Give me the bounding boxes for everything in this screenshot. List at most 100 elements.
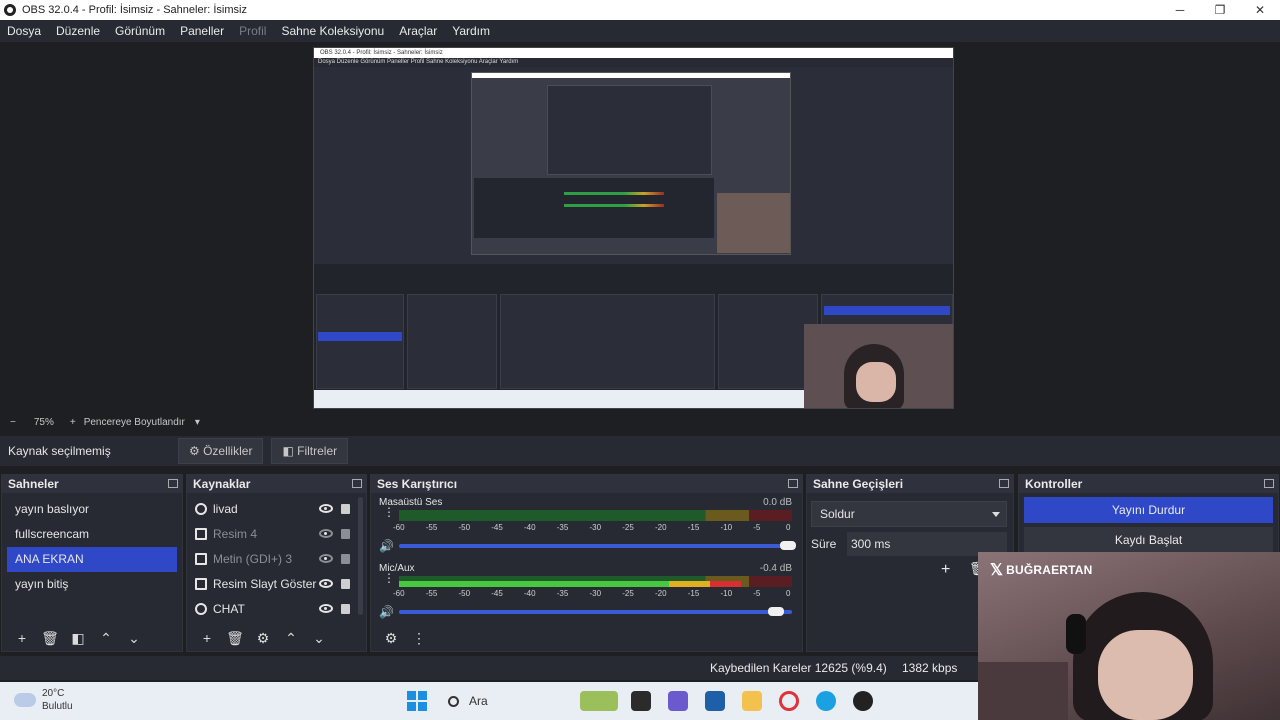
source-item[interactable]: Resim Slayt Göster [187, 571, 354, 596]
mixer-channel: Masaüstü Ses 0.0 dB ⋮ -60 -55 -50 -45 -40 -35… [377, 495, 796, 559]
menu-sahne-koleksiyonu[interactable]: Sahne Koleksiyonu [281, 24, 384, 38]
zoom-out-button[interactable]: − [10, 417, 16, 428]
meter-tick-label: 0 [786, 589, 791, 598]
filters-button[interactable]: ◧ Filtreler [271, 438, 349, 464]
add-icon[interactable]: + [941, 561, 950, 579]
minimize-button[interactable]: ─ [1160, 0, 1200, 20]
menu-profil[interactable]: Profil [239, 24, 266, 38]
undock-icon[interactable] [788, 479, 798, 488]
menu-paneller[interactable]: Paneller [180, 24, 224, 38]
close-button[interactable]: ✕ [1240, 0, 1280, 20]
source-item[interactable]: CHAT [187, 596, 354, 621]
source-item[interactable]: Resim 4 [187, 521, 354, 546]
scene-list: yayın baslıyor fullscreencam ANA EKRAN y… [2, 497, 182, 597]
volume-slider[interactable] [399, 607, 792, 616]
advanced-audio-icon[interactable]: ⚙ [377, 630, 405, 647]
edge-icon[interactable] [816, 691, 836, 711]
menu-dosya[interactable]: Dosya [7, 24, 41, 38]
menu-bar: Dosya Düzenle Görünüm Paneller Profil Sa… [0, 20, 1280, 42]
undock-icon[interactable] [352, 479, 362, 488]
undock-icon[interactable] [999, 479, 1009, 488]
program-preview[interactable]: OBS 32.0.4 - Profil: İsimsiz - Sahneler:… [313, 47, 954, 409]
stop-stream-button[interactable]: Yayını Durdur [1024, 497, 1273, 523]
duration-label: Süre [811, 537, 837, 551]
trash-icon[interactable]: 🗑 [221, 630, 249, 647]
scene-item[interactable]: fullscreencam [7, 522, 177, 547]
more-icon[interactable]: ⋮ [405, 630, 433, 647]
speaker-icon[interactable]: 🔊 [379, 539, 394, 553]
source-name: livad [213, 501, 238, 516]
scene-item-selected[interactable]: ANA EKRAN [7, 547, 177, 572]
teams-icon[interactable] [668, 691, 688, 711]
volume-slider[interactable] [399, 541, 796, 550]
chevron-up-icon[interactable]: ⌃ [92, 630, 120, 647]
add-icon[interactable]: + [193, 630, 221, 646]
widgets-icon[interactable] [580, 691, 618, 711]
source-item[interactable]: livad [187, 496, 354, 521]
speaker-icon[interactable]: 🔊 [379, 605, 394, 619]
menu-yardim[interactable]: Yardım [452, 24, 490, 38]
meter-tick-label: -15 [687, 589, 700, 598]
scenes-title: Sahneler [2, 475, 182, 493]
menu-duzenle[interactable]: Düzenle [56, 24, 100, 38]
transition-value: Soldur [820, 507, 855, 521]
trash-icon[interactable]: 🗑 [36, 630, 64, 647]
meter-tick-label: -60 [393, 589, 405, 598]
taskbar-search[interactable]: Ara [440, 689, 570, 713]
filters-icon[interactable]: ◧ [64, 630, 92, 647]
lock-icon[interactable] [341, 553, 350, 564]
task-view-icon[interactable] [631, 691, 651, 711]
store-icon[interactable] [705, 691, 725, 711]
chevron-down-icon [992, 512, 1000, 517]
chevron-down-icon[interactable]: ▾ [195, 417, 200, 428]
zoom-in-button[interactable]: + [70, 417, 76, 428]
windows-start-icon[interactable] [407, 691, 427, 711]
scenes-toolbar: + 🗑 ◧ ⌃ ⌄ [2, 625, 182, 651]
weather-widget[interactable]: 20°C Bulutlu [14, 687, 73, 713]
transition-select[interactable]: Soldur [811, 501, 1007, 527]
maximize-button[interactable]: ❐ [1200, 0, 1240, 20]
start-recording-button[interactable]: Kaydı Başlat [1024, 527, 1273, 553]
lock-icon[interactable] [341, 603, 350, 614]
opera-icon[interactable] [779, 691, 799, 711]
more-icon[interactable]: ⋮ [383, 506, 395, 524]
sources-scrollbar[interactable] [358, 497, 363, 615]
add-icon[interactable]: + [8, 630, 36, 646]
gear-icon[interactable]: ⚙ [249, 630, 277, 647]
chevron-up-icon[interactable]: ⌃ [277, 630, 305, 647]
chevron-down-icon[interactable]: ⌄ [305, 630, 333, 647]
meter-tick-label: 0 [786, 523, 791, 532]
search-label: Ara [469, 694, 488, 708]
menu-araclar[interactable]: Araçlar [399, 24, 437, 38]
properties-label: Özellikler [203, 444, 253, 458]
chevron-down-icon[interactable]: ⌄ [120, 630, 148, 647]
lock-icon[interactable] [341, 503, 350, 514]
obs-taskbar-icon[interactable] [853, 691, 873, 711]
volume-slider-knob[interactable] [780, 541, 796, 550]
eye-off-icon[interactable] [319, 529, 333, 538]
undock-icon[interactable] [1264, 479, 1274, 488]
file-explorer-icon[interactable] [742, 691, 762, 711]
eye-off-icon[interactable] [319, 554, 333, 563]
eye-icon[interactable] [319, 604, 333, 613]
volume-slider-knob[interactable] [768, 607, 784, 616]
controls-title: Kontroller [1019, 475, 1278, 493]
eye-icon[interactable] [319, 579, 333, 588]
sources-title: Kaynaklar [187, 475, 366, 493]
more-icon[interactable]: ⋮ [383, 572, 395, 590]
scene-item[interactable]: yayın baslıyor [7, 497, 177, 522]
eye-icon[interactable] [319, 504, 333, 513]
properties-button[interactable]: ⚙ Özellikler [178, 438, 264, 464]
source-item[interactable]: Metin (GDI+) 3 [187, 546, 354, 571]
zoom-mode-label[interactable]: Pencereye Boyutlandır [84, 417, 185, 428]
undock-icon[interactable] [168, 479, 178, 488]
channel-db: 0.0 dB [763, 497, 792, 508]
obs-logo-icon [4, 4, 16, 16]
preview-webcam [804, 324, 953, 408]
window-controls: ─ ❐ ✕ [1160, 0, 1280, 20]
lock-icon[interactable] [341, 528, 350, 539]
lock-icon[interactable] [341, 578, 350, 589]
menu-gorunum[interactable]: Görünüm [115, 24, 165, 38]
scene-item[interactable]: yayın bitiş [7, 572, 177, 597]
webcam-handle-tag: 𝕏 BUĞRAERTAN [990, 560, 1093, 580]
